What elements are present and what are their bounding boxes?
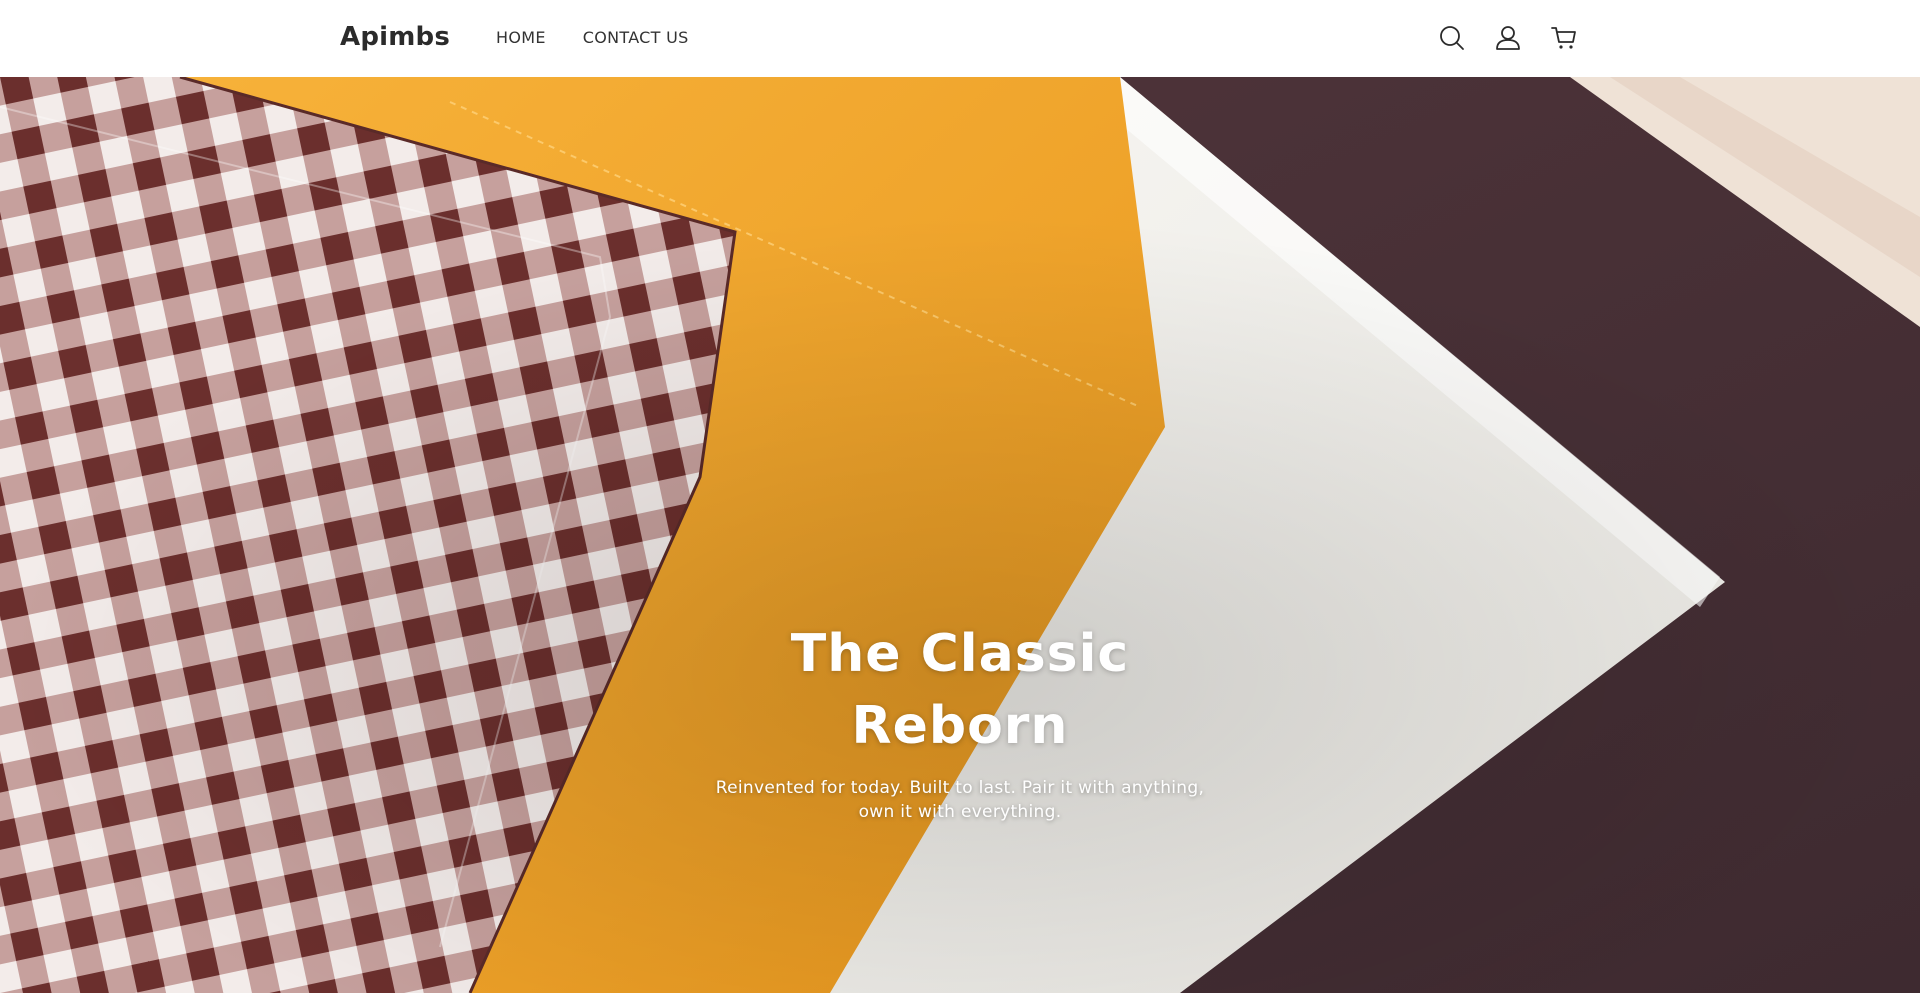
hero-title-line-2: Reborn — [851, 696, 1069, 756]
nav-home-link[interactable]: HOME — [496, 28, 546, 47]
account-icon[interactable] — [1494, 24, 1522, 52]
hero-subtitle-line-2: own it with everything. — [858, 802, 1062, 822]
hero-title-line-1: The Classic — [790, 624, 1130, 684]
site-logo[interactable]: Apimbs — [340, 22, 450, 52]
hero-subtitle-line-1: Reinvented for today. Built to last. Pai… — [715, 778, 1205, 798]
header-icons — [1438, 24, 1578, 52]
cart-icon[interactable] — [1550, 24, 1578, 52]
site-header: Apimbs HOME CONTACT US — [0, 0, 1920, 77]
hero-subtitle: Reinvented for today. Built to last. Pai… — [710, 776, 1210, 824]
nav-contact-link[interactable]: CONTACT US — [583, 28, 689, 47]
hero-banner: The Classic Reborn Reinvented for today.… — [0, 77, 1920, 993]
search-icon[interactable] — [1438, 24, 1466, 52]
hero-text-block: The Classic Reborn Reinvented for today.… — [660, 618, 1260, 824]
main-nav: HOME CONTACT US — [496, 28, 689, 47]
hero-background-image — [0, 77, 1920, 993]
hero-title: The Classic Reborn — [660, 618, 1260, 762]
